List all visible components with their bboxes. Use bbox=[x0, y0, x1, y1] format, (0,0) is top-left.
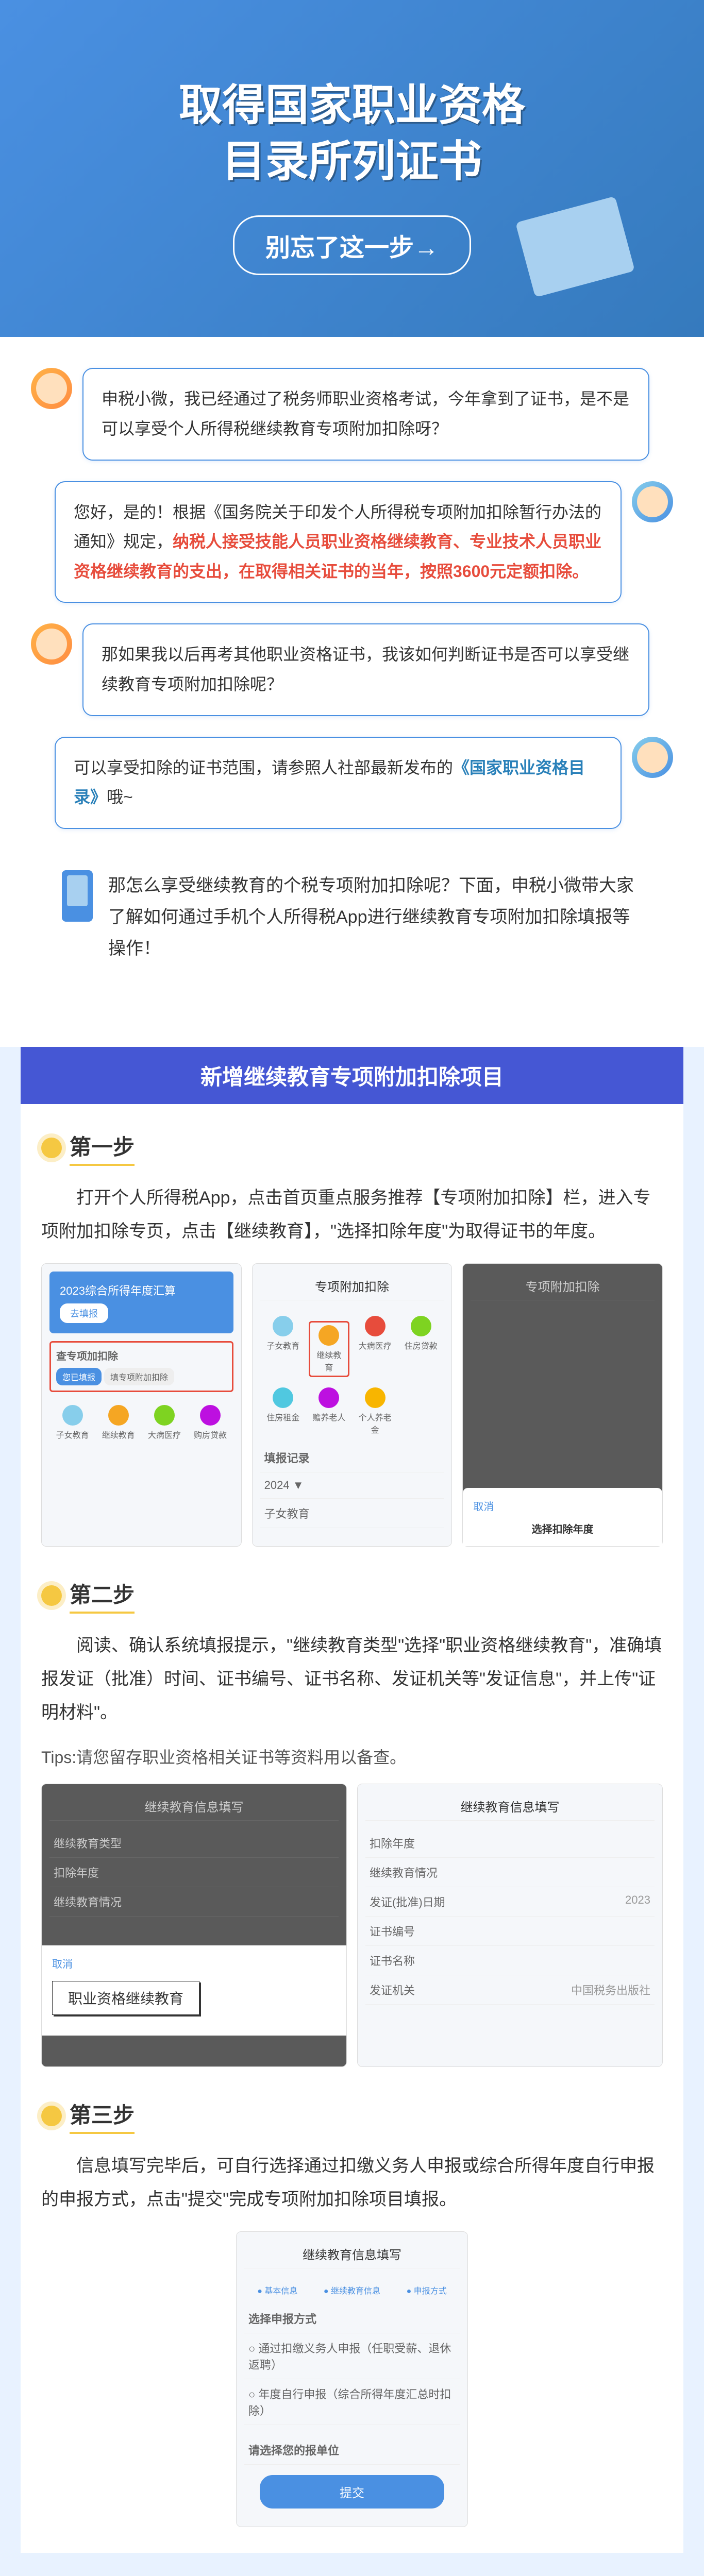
screenshots-row: 2023综合所得年度汇算 去填报 查专项加扣除 您已填报 填专项附加扣除 子女教… bbox=[41, 1263, 663, 1547]
app-screenshot-modal: 继续教育信息填写 继续教育类型 扣除年度 继续教育情况 取消 职业资格继续教育 bbox=[41, 1784, 347, 2067]
section-header-add: 新增继续教育专项附加扣除项目 bbox=[21, 1047, 683, 1104]
book-decoration-icon bbox=[515, 196, 635, 298]
app-screenshot: 2023综合所得年度汇算 去填报 查专项加扣除 您已填报 填专项附加扣除 子女教… bbox=[41, 1263, 242, 1547]
chat-bubble: 可以享受扣除的证书范围，请参照人社部最新发布的《国家职业资格目录》哦~ bbox=[55, 737, 622, 829]
chat-bubble: 申税小微，我已经通过了税务师职业资格考试，今年拿到了证书，是不是可以享受个人所得… bbox=[82, 368, 649, 460]
step-description: 信息填写完毕后，可自行选择通过扣缴义务人申报或综合所得年度自行申报的申报方式，点… bbox=[41, 2149, 663, 2216]
highlight-box: 查专项加扣除 您已填报 填专项附加扣除 bbox=[49, 1341, 233, 1392]
step-label: 第二步 bbox=[70, 1578, 135, 1614]
main-title: 取得国家职业资格 目录所列证书 bbox=[41, 77, 663, 190]
app-screenshot-modal: 专项附加扣除 取消 选择扣除年度 bbox=[462, 1263, 663, 1547]
chat-bubble-row: 可以享受扣除的证书范围，请参照人社部最新发布的《国家职业资格目录》哦~ bbox=[21, 737, 683, 829]
step-marker: 第二步 bbox=[41, 1578, 663, 1614]
app-screenshot: 专项附加扣除 子女教育 继续教育 大病医疗 住房贷款 住房租金 赡养老人 个人养… bbox=[252, 1263, 452, 1547]
chat-bubble-row: 申税小微，我已经通过了税务师职业资格考试，今年拿到了证书，是不是可以享受个人所得… bbox=[21, 368, 683, 460]
intro-text: 那怎么享受继续教育的个税专项附加扣除呢？下面，申税小微带大家了解如何通过手机个人… bbox=[108, 870, 642, 965]
chat-section: 申税小微，我已经通过了税务师职业资格考试，今年拿到了证书，是不是可以享受个人所得… bbox=[0, 337, 704, 1047]
step-label: 第一步 bbox=[70, 1130, 135, 1166]
step-dot-icon bbox=[41, 1138, 62, 1158]
app-screenshot: 继续教育信息填写 扣除年度 继续教育情况 发证(批准)日期 2023 证书编号 … bbox=[357, 1784, 663, 2067]
step-marker: 第三步 bbox=[41, 2098, 663, 2134]
step-dot-icon bbox=[41, 2106, 62, 2126]
step-label: 第三步 bbox=[70, 2098, 135, 2134]
chat-bubble-row: 您好，是的！根据《国务院关于印发个人所得税专项附加扣除暂行办法的通知》规定，纳税… bbox=[21, 481, 683, 603]
user-avatar-icon bbox=[31, 623, 72, 665]
chat-bubble-row: 那如果我以后再考其他职业资格证书，我该如何判断证书是否可以享受继续教育专项附加扣… bbox=[21, 623, 683, 716]
phone-icon bbox=[62, 870, 93, 922]
assistant-avatar-icon bbox=[632, 737, 673, 778]
intro-box: 那怎么享受继续教育的个税专项附加扣除呢？下面，申税小微带大家了解如何通过手机个人… bbox=[41, 850, 663, 986]
user-avatar-icon bbox=[31, 368, 72, 409]
section-body: 第一步 打开个人所得税App，点击首页重点服务推荐【专项附加扣除】栏，进入专项附… bbox=[21, 1104, 683, 2553]
step-marker: 第一步 bbox=[41, 1130, 663, 1166]
tips-text: Tips:请您留存职业资格相关证书等资料用以备查。 bbox=[41, 1744, 663, 1768]
assistant-avatar-icon bbox=[632, 481, 673, 522]
education-type-tag: 职业资格继续教育 bbox=[52, 1981, 199, 2015]
screenshots-row: 继续教育信息填写 继续教育类型 扣除年度 继续教育情况 取消 职业资格继续教育 … bbox=[41, 1784, 663, 2067]
step-dot-icon bbox=[41, 1585, 62, 1606]
chat-bubble: 您好，是的！根据《国务院关于印发个人所得税专项附加扣除暂行办法的通知》规定，纳税… bbox=[55, 481, 622, 603]
screenshots-row: 继续教育信息填写 ● 基本信息 ● 继续教育信息 ● 申报方式 选择申报方式 ○… bbox=[41, 2231, 663, 2527]
subtitle-button: 别忘了这一步→ bbox=[233, 215, 471, 275]
step-description: 阅读、确认系统填报提示，"继续教育类型"选择"职业资格继续教育"，准确填报发证（… bbox=[41, 1629, 663, 1729]
step-description: 打开个人所得税App，点击首页重点服务推荐【专项附加扣除】栏，进入专项附加扣除专… bbox=[41, 1181, 663, 1248]
chat-bubble: 那如果我以后再考其他职业资格证书，我该如何判断证书是否可以享受继续教育专项附加扣… bbox=[82, 623, 649, 716]
page-header: 取得国家职业资格 目录所列证书 别忘了这一步→ bbox=[0, 0, 704, 337]
submit-button[interactable]: 提交 bbox=[260, 2475, 444, 2509]
app-screenshot: 继续教育信息填写 ● 基本信息 ● 继续教育信息 ● 申报方式 选择申报方式 ○… bbox=[236, 2231, 468, 2527]
